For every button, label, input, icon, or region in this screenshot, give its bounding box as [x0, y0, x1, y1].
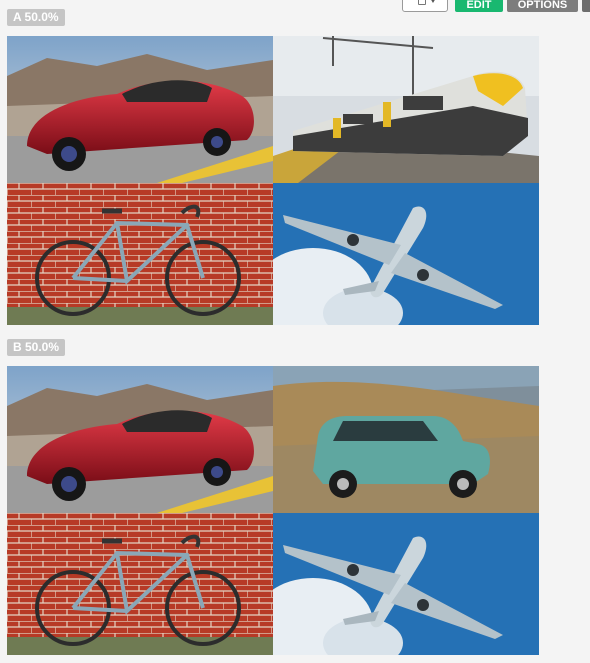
mini-car-icon [273, 366, 539, 513]
variant-b-grid [7, 366, 539, 655]
options-button[interactable]: OPTIONS [507, 0, 578, 12]
car-image[interactable] [7, 36, 273, 183]
airplane-image[interactable] [273, 513, 539, 655]
car-image[interactable] [7, 366, 273, 513]
variant-a-label: A 50.0% [7, 9, 65, 26]
sort-icon [418, 0, 426, 5]
variant-b-label: B 50.0% [7, 339, 66, 356]
car-icon [7, 36, 273, 183]
sort-select[interactable] [402, 0, 448, 12]
bicycle-icon [7, 513, 273, 655]
airplane-image[interactable] [273, 183, 539, 325]
train-icon [273, 36, 539, 183]
edit-button[interactable]: EDIT [455, 0, 503, 12]
mini-car-image[interactable] [273, 366, 539, 513]
chevron-down-icon [430, 0, 436, 3]
airplane-icon [273, 513, 539, 655]
bicycle-image[interactable] [7, 183, 273, 325]
bicycle-image[interactable] [7, 513, 273, 655]
train-image[interactable] [273, 36, 539, 183]
car-icon [7, 366, 273, 513]
variant-a-grid [7, 36, 539, 325]
bicycle-icon [7, 183, 273, 325]
airplane-icon [273, 183, 539, 325]
more-button[interactable] [582, 0, 590, 12]
toolbar: EDIT OPTIONS [0, 0, 590, 12]
